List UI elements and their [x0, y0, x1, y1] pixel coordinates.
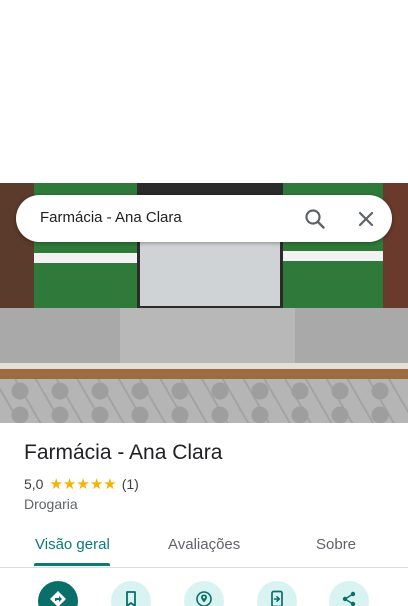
- nearby-icon: [196, 591, 212, 606]
- tab-about[interactable]: Sobre: [316, 536, 356, 553]
- star-icon: ★: [49, 474, 63, 493]
- tab-overview[interactable]: Visão geral: [35, 536, 110, 553]
- place-tabs: Visão geral Avaliações Sobre: [0, 522, 408, 568]
- star-rating: ★ ★ ★ ★ ★: [49, 474, 117, 493]
- active-tab-indicator: [34, 563, 110, 566]
- save-button[interactable]: [111, 581, 151, 606]
- photo-door-inner: [140, 238, 280, 306]
- send-to-phone-button[interactable]: [257, 581, 297, 606]
- bookmark-icon: [126, 591, 136, 606]
- place-category: Drogaria: [24, 496, 78, 512]
- rating-value: 5,0: [24, 476, 44, 492]
- review-count[interactable]: (1): [122, 476, 139, 492]
- share-icon: [342, 591, 356, 606]
- star-icon: ★: [76, 474, 90, 493]
- close-icon[interactable]: [353, 206, 379, 232]
- map-blank-area[interactable]: [0, 0, 408, 183]
- tab-reviews[interactable]: Avaliações: [168, 536, 240, 553]
- photo-stripe-left: [34, 253, 137, 263]
- photo-street: [0, 379, 408, 423]
- nearby-button[interactable]: [184, 581, 224, 606]
- search-icon[interactable]: [302, 206, 328, 232]
- photo-curb-edge: [0, 369, 408, 379]
- photo-stripe-right: [283, 251, 383, 261]
- place-title: Farmácia - Ana Clara: [24, 441, 223, 464]
- directions-button[interactable]: [38, 581, 78, 606]
- star-icon: ★: [89, 474, 104, 493]
- search-bar[interactable]: Farmácia - Ana Clara: [16, 195, 392, 242]
- star-icon: ★: [62, 474, 77, 493]
- photo-ramp: [120, 308, 295, 363]
- rating-row[interactable]: 5,0 ★ ★ ★ ★ ★ (1): [24, 475, 139, 493]
- directions-icon: [50, 591, 66, 606]
- place-page: Farmácia - Ana Clara Farmácia - Ana Clar…: [0, 0, 408, 606]
- star-icon: ★: [103, 474, 117, 493]
- search-query[interactable]: Farmácia - Ana Clara: [40, 209, 182, 226]
- send-to-phone-icon: [271, 590, 283, 606]
- action-buttons: [0, 568, 408, 606]
- share-button[interactable]: [329, 581, 369, 606]
